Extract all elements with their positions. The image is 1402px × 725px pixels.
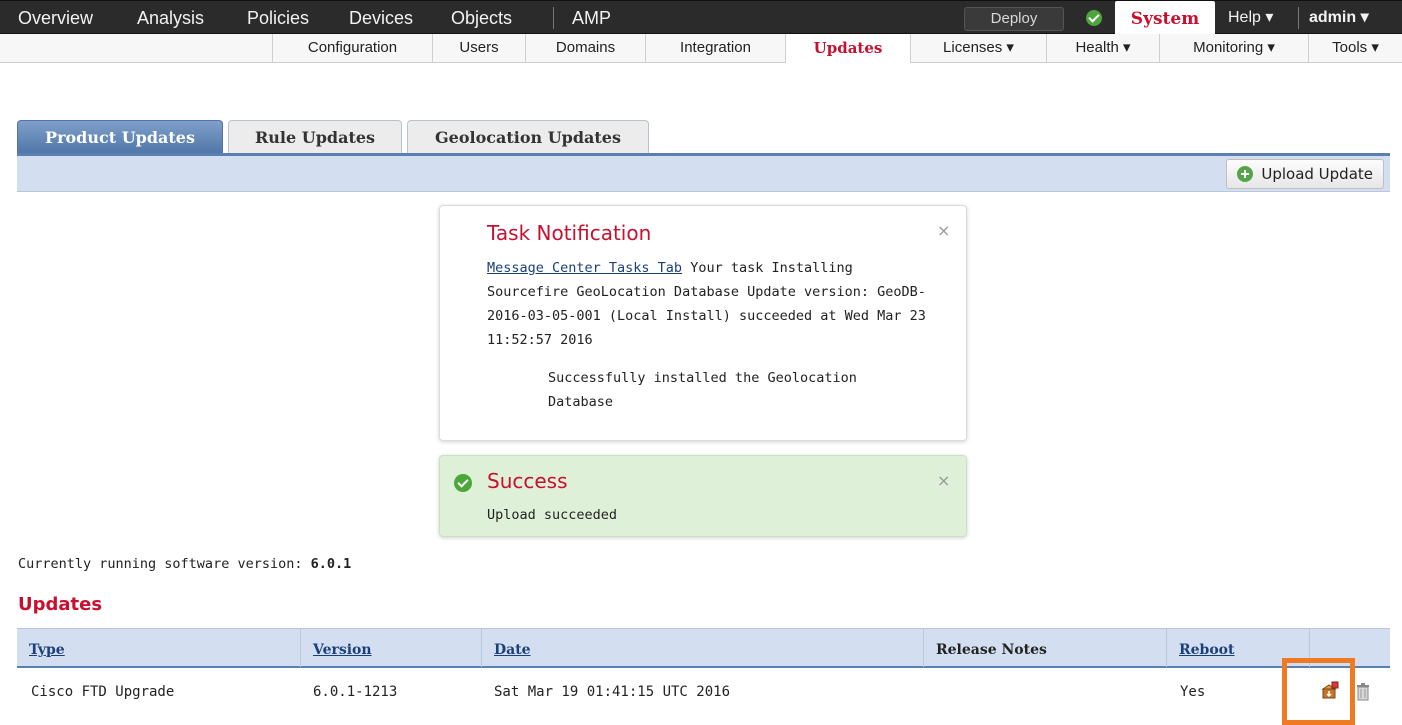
nav-divider — [553, 7, 554, 29]
column-header-release-notes: Release Notes — [923, 629, 1166, 667]
success-message: Upload succeeded — [487, 507, 618, 523]
subnav-integration[interactable]: Integration — [645, 34, 785, 63]
cell-date: Sat Mar 19 01:41:15 UTC 2016 — [494, 684, 731, 700]
updates-section-title: Updates — [18, 594, 103, 615]
check-circle-icon[interactable] — [1086, 10, 1102, 26]
close-icon[interactable]: × — [937, 223, 950, 239]
cell-type: Cisco FTD Upgrade — [31, 684, 175, 700]
user-menu[interactable]: admin ▾ — [1309, 1, 1369, 35]
nav-devices[interactable]: Devices — [349, 1, 413, 35]
software-version: Currently running software version: 6.0.… — [18, 556, 351, 572]
tab-product-updates[interactable]: Product Updates — [17, 120, 223, 154]
subnav-users[interactable]: Users — [432, 34, 525, 63]
primary-nav-bar: Overview Analysis Policies Devices Objec… — [0, 0, 1402, 41]
task-notification: Task Notification × Message Center Tasks… — [439, 205, 967, 441]
cell-reboot: Yes — [1180, 684, 1206, 700]
column-header-version[interactable]: Version — [300, 629, 481, 667]
top-navigation: Overview Analysis Policies Devices Objec… — [0, 0, 1402, 63]
add-circle-icon — [1237, 166, 1254, 182]
table-row: Cisco FTD Upgrade 6.0.1-1213 Sat Mar 19 … — [17, 670, 1390, 714]
upload-update-button[interactable]: Upload Update — [1226, 159, 1384, 189]
tab-geolocation-updates[interactable]: Geolocation Updates — [407, 120, 649, 154]
task-notification-message: Message Center Tasks Tab Your task Insta… — [487, 256, 927, 352]
success-notification: Success × Upload succeeded — [439, 455, 967, 537]
check-circle-icon — [454, 474, 472, 492]
nav-divider — [1298, 7, 1299, 29]
success-title: Success — [487, 469, 568, 493]
close-icon[interactable]: × — [937, 473, 950, 489]
subnav-licenses[interactable]: Licenses ▾ — [910, 34, 1046, 63]
install-update-icon[interactable] — [1320, 680, 1340, 700]
column-header-date[interactable]: Date — [481, 629, 923, 667]
nav-policies[interactable]: Policies — [247, 1, 309, 35]
software-version-value: 6.0.1 — [310, 556, 352, 572]
subnav-updates[interactable]: Updates — [785, 34, 910, 63]
software-version-label: Currently running software version: — [18, 556, 303, 572]
nav-objects[interactable]: Objects — [451, 1, 512, 35]
nav-analysis[interactable]: Analysis — [137, 1, 204, 35]
secondary-nav-bar: Configuration Users Domains Integration … — [0, 34, 1402, 63]
task-notification-detail: Successfully installed the Geolocation D… — [548, 370, 857, 410]
nav-help[interactable]: Help ▾ — [1228, 1, 1273, 35]
subnav-health[interactable]: Health ▾ — [1046, 34, 1159, 63]
nav-amp[interactable]: AMP — [572, 1, 611, 35]
subnav-tools[interactable]: Tools ▾ — [1308, 34, 1402, 63]
column-header-type[interactable]: Type — [17, 629, 300, 667]
tab-rule-updates[interactable]: Rule Updates — [228, 120, 402, 154]
update-tabs: Product Updates Rule Updates Geolocation… — [17, 120, 1390, 154]
subnav-monitoring[interactable]: Monitoring ▾ — [1159, 34, 1308, 63]
toolbar: Upload Update — [17, 156, 1390, 192]
subnav-domains[interactable]: Domains — [525, 34, 645, 63]
install-highlight — [1282, 658, 1355, 725]
trash-icon[interactable] — [1355, 681, 1371, 701]
cell-version: 6.0.1-1213 — [313, 684, 398, 700]
task-notification-title: Task Notification — [487, 221, 652, 245]
deploy-button[interactable]: Deploy — [964, 7, 1064, 31]
updates-table-header: Type Version Date Release Notes Reboot — [17, 628, 1390, 668]
subnav-configuration[interactable]: Configuration — [272, 34, 432, 63]
upload-update-label: Upload Update — [1261, 165, 1373, 183]
message-center-tasks-link[interactable]: Message Center Tasks Tab — [487, 260, 682, 276]
nav-overview[interactable]: Overview — [18, 1, 93, 35]
